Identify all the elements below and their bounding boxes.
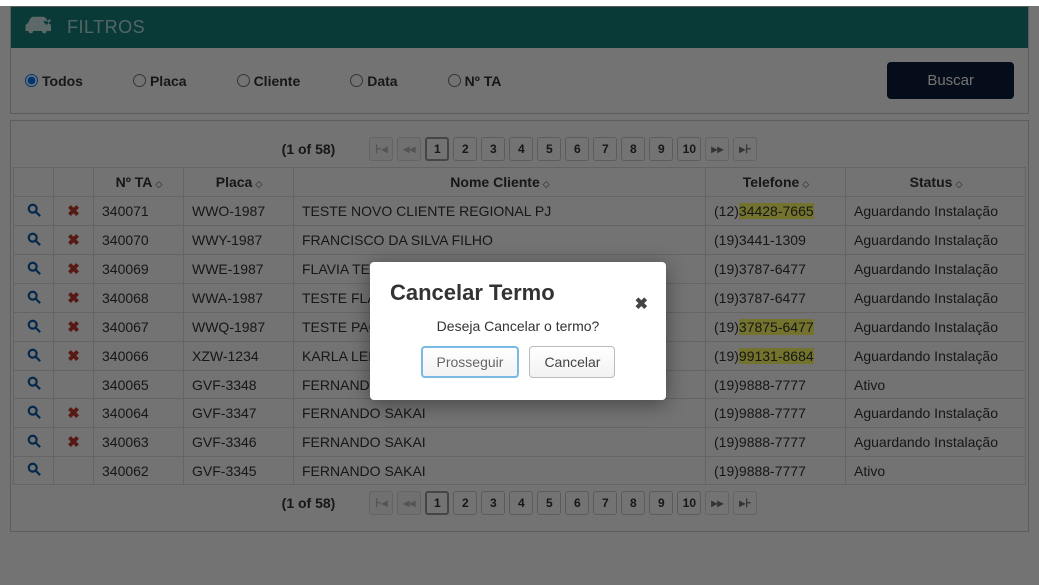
close-icon[interactable]: ✖ [635, 294, 648, 314]
dialog-message: Deseja Cancelar o termo? [410, 318, 626, 334]
cancel-button[interactable]: Cancelar [529, 346, 615, 378]
cancel-termo-dialog: Cancelar Termo ✖ Deseja Cancelar o termo… [370, 262, 666, 400]
dialog-title: Cancelar Termo [370, 262, 666, 312]
proceed-button[interactable]: Prosseguir [421, 346, 520, 378]
